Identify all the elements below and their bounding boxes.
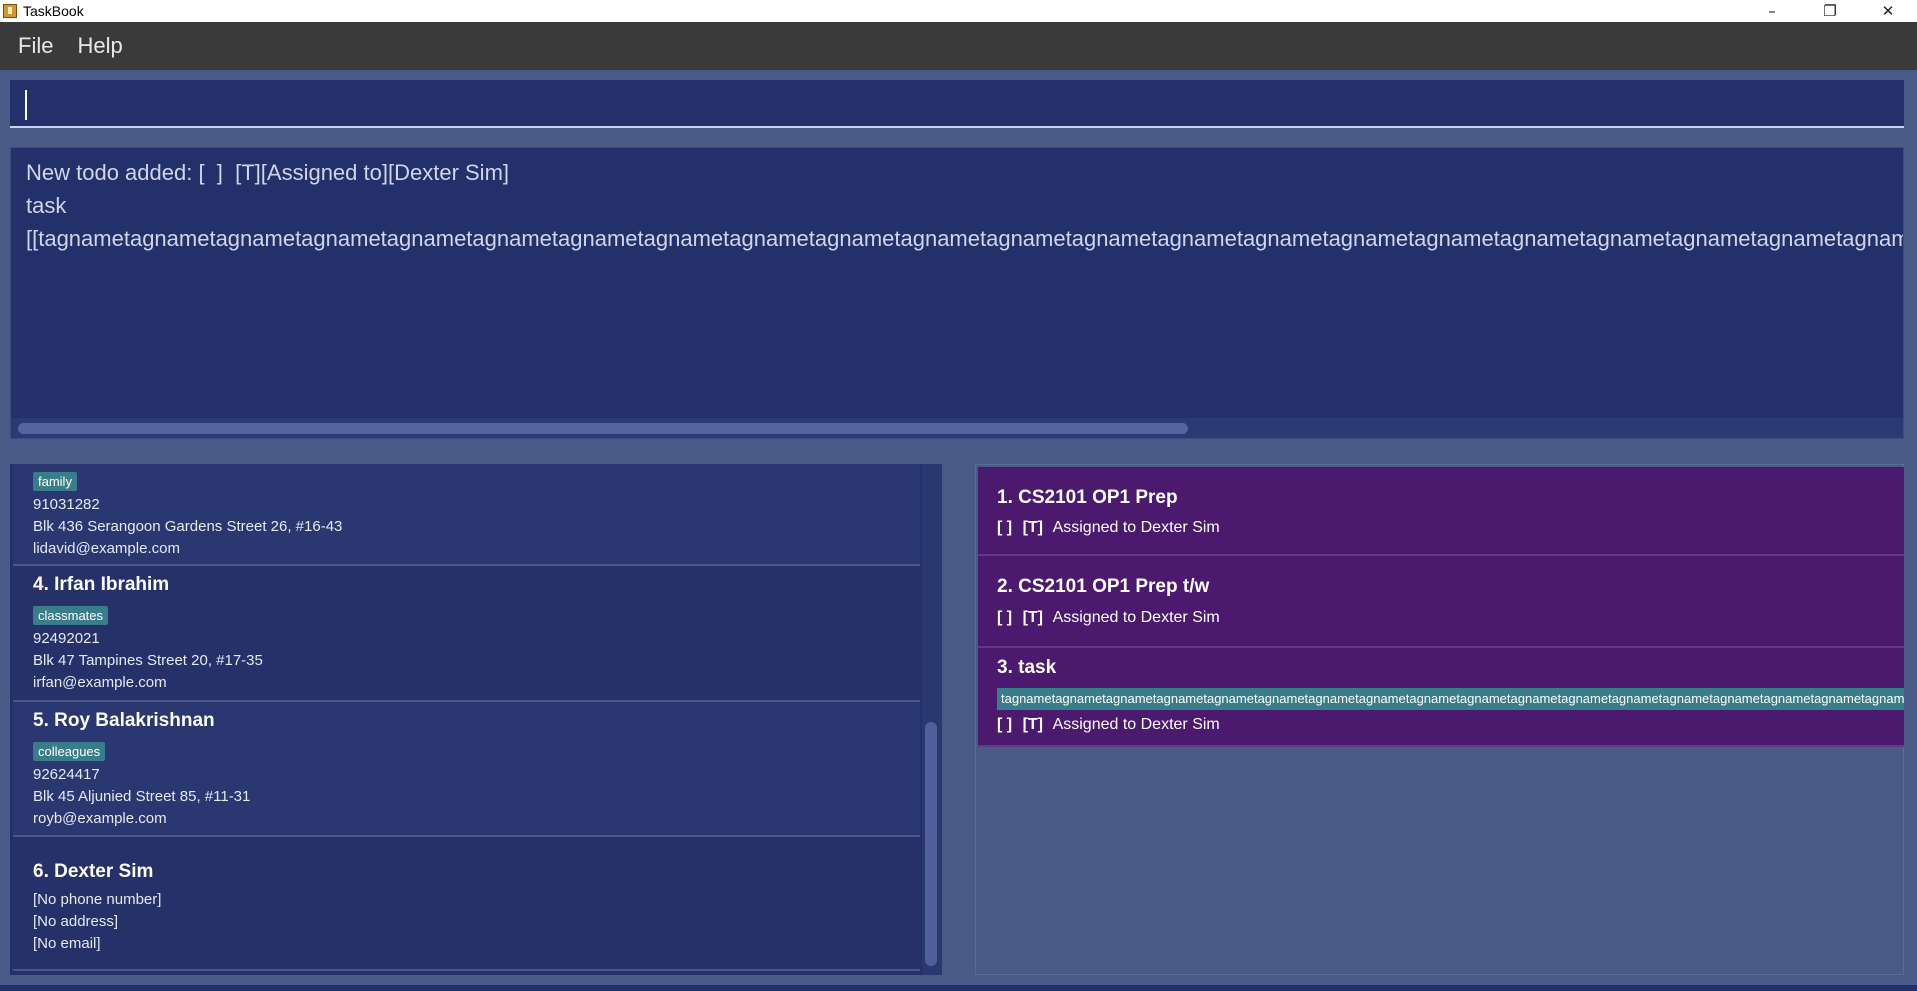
person-tag: classmates bbox=[33, 606, 109, 625]
task-type: [T] bbox=[1022, 519, 1043, 536]
task-status-line: [ ] [T] Assigned to Dexter Sim bbox=[997, 716, 1220, 734]
command-box bbox=[10, 80, 1904, 128]
person-card[interactable]: 4. Irfan Ibrahim classmates 92492021 Blk… bbox=[13, 566, 920, 702]
command-input[interactable] bbox=[10, 80, 1904, 126]
scrollbar-thumb[interactable] bbox=[925, 722, 937, 966]
task-name: 1. CS2101 OP1 Prep bbox=[997, 487, 1178, 508]
person-list: family 91031282 Blk 436 Serangoon Garden… bbox=[10, 464, 942, 975]
task-status-line: [ ] [T] Assigned to Dexter Sim bbox=[997, 609, 1220, 627]
task-assignee: Assigned to Dexter Sim bbox=[1052, 609, 1220, 626]
person-address: [No address] bbox=[33, 913, 119, 930]
task-list: 1. CS2101 OP1 Prep [ ] [T] Assigned to D… bbox=[975, 464, 1904, 975]
task-type: [T] bbox=[1022, 716, 1043, 733]
person-address: Blk 47 Tampines Street 20, #17-35 bbox=[33, 652, 263, 669]
window-controls: – ❐ ✕ bbox=[1743, 0, 1917, 22]
task-done-box: [ ] bbox=[997, 609, 1013, 626]
menu-file[interactable]: File bbox=[18, 33, 53, 59]
minimize-icon[interactable]: – bbox=[1743, 0, 1801, 22]
person-phone: 92492021 bbox=[33, 630, 100, 647]
person-name: 4. Irfan Ibrahim bbox=[33, 574, 170, 595]
task-assignee: Assigned to Dexter Sim bbox=[1052, 716, 1220, 733]
task-tag: tagnametagnametagnametagnametagnametagna… bbox=[997, 688, 1904, 710]
result-text: New todo added: [ ] [T][Assigned to][Dex… bbox=[26, 160, 1903, 251]
title-bar: TaskBook – ❐ ✕ bbox=[0, 0, 1917, 22]
menu-help[interactable]: Help bbox=[77, 33, 122, 59]
bottom-border bbox=[0, 985, 1917, 991]
task-status-line: [ ] [T] Assigned to Dexter Sim bbox=[997, 519, 1220, 537]
person-email: lidavid@example.com bbox=[33, 540, 180, 557]
person-phone: 92624417 bbox=[33, 766, 100, 783]
person-address: Blk 45 Aljunied Street 85, #11-31 bbox=[33, 788, 251, 805]
app-icon bbox=[3, 4, 17, 18]
task-done-box: [ ] bbox=[997, 716, 1013, 733]
person-name: 5. Roy Balakrishnan bbox=[33, 710, 215, 731]
task-card[interactable]: 2. CS2101 OP1 Prep t/w [ ] [T] Assigned … bbox=[978, 556, 1904, 648]
task-type: [T] bbox=[1022, 609, 1043, 626]
task-assignee: Assigned to Dexter Sim bbox=[1052, 519, 1220, 536]
task-card[interactable]: 3. task tagnametagnametagnametagnametagn… bbox=[978, 648, 1904, 747]
restore-icon[interactable]: ❐ bbox=[1801, 0, 1859, 22]
scrollbar-thumb[interactable] bbox=[18, 423, 1188, 434]
close-icon[interactable]: ✕ bbox=[1859, 0, 1917, 22]
person-card[interactable]: 5. Roy Balakrishnan colleagues 92624417 … bbox=[13, 702, 920, 837]
task-card[interactable]: 1. CS2101 OP1 Prep [ ] [T] Assigned to D… bbox=[978, 467, 1904, 556]
person-card[interactable]: 6. Dexter Sim [No phone number] [No addr… bbox=[13, 837, 920, 971]
person-email: [No email] bbox=[33, 935, 101, 952]
person-email: royb@example.com bbox=[33, 810, 167, 827]
person-card[interactable]: family 91031282 Blk 436 Serangoon Garden… bbox=[13, 464, 920, 566]
person-email: irfan@example.com bbox=[33, 674, 167, 691]
person-address: Blk 436 Serangoon Gardens Street 26, #16… bbox=[33, 518, 343, 535]
person-tag: colleagues bbox=[33, 742, 106, 761]
result-display: New todo added: [ ] [T][Assigned to][Dex… bbox=[10, 147, 1904, 439]
menu-bar: File Help bbox=[0, 22, 1917, 70]
person-phone: [No phone number] bbox=[33, 891, 162, 908]
task-name: 2. CS2101 OP1 Prep t/w bbox=[997, 576, 1210, 597]
result-horizontal-scrollbar[interactable] bbox=[11, 418, 1903, 438]
person-phone: 91031282 bbox=[33, 496, 100, 513]
text-cursor bbox=[25, 90, 27, 120]
window-title: TaskBook bbox=[23, 3, 84, 19]
task-name: 3. task bbox=[997, 657, 1057, 678]
person-name: 6. Dexter Sim bbox=[33, 861, 154, 882]
task-done-box: [ ] bbox=[997, 519, 1013, 536]
person-tag: family bbox=[33, 472, 77, 491]
